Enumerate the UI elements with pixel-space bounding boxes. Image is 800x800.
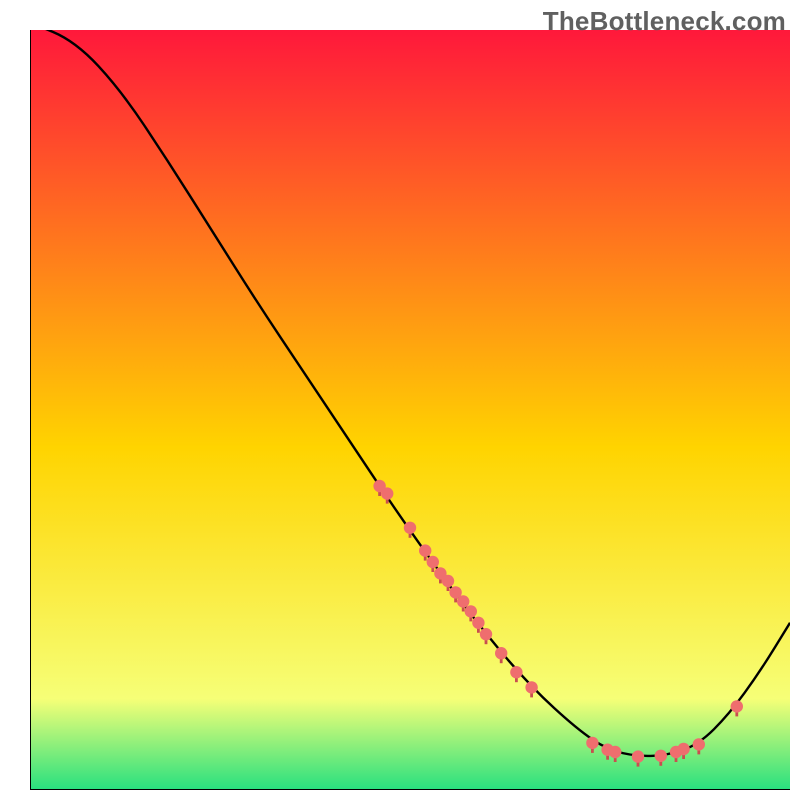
highlight-dot xyxy=(609,746,621,758)
highlight-dot xyxy=(465,605,477,617)
chart-background-gradient xyxy=(30,30,790,790)
chart-svg xyxy=(30,30,790,790)
highlight-dot xyxy=(404,522,416,534)
highlight-dot xyxy=(427,556,439,568)
highlight-dot xyxy=(510,666,522,678)
highlight-dot xyxy=(655,750,667,762)
highlight-dot xyxy=(381,487,393,499)
highlight-dot xyxy=(731,700,743,712)
highlight-dot xyxy=(495,647,507,659)
highlight-dot xyxy=(525,681,537,693)
highlight-dot xyxy=(677,743,689,755)
highlight-dot xyxy=(457,595,469,607)
highlight-dot xyxy=(693,738,705,750)
watermark-text: TheBottleneck.com xyxy=(543,6,786,37)
highlight-dot xyxy=(480,628,492,640)
highlight-dot xyxy=(472,617,484,629)
highlight-dot xyxy=(442,575,454,587)
highlight-dot xyxy=(419,544,431,556)
chart-plot-area xyxy=(30,30,790,790)
highlight-dot xyxy=(632,750,644,762)
highlight-dot xyxy=(586,737,598,749)
